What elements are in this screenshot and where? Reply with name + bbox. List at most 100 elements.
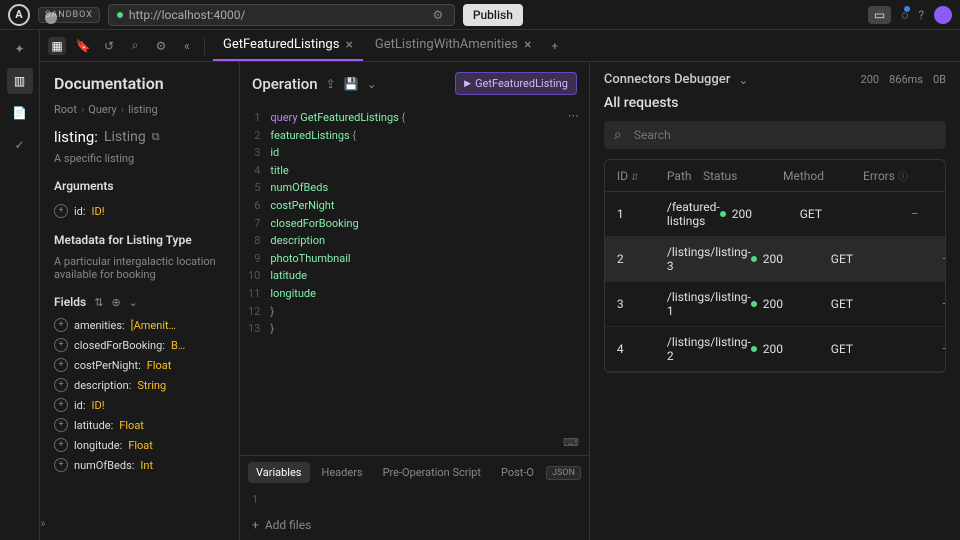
- request-row[interactable]: 4/listings/listing-2200GET–: [605, 327, 945, 372]
- fields-heading: Fields: [54, 295, 86, 309]
- status-dot-icon: [720, 211, 726, 217]
- close-icon[interactable]: ×: [524, 37, 531, 53]
- breadcrumb-item[interactable]: Query: [88, 103, 117, 116]
- share-icon[interactable]: ⇪: [326, 77, 336, 91]
- url-text: http://localhost:4000/: [129, 8, 424, 22]
- bookmark-icon[interactable]: 🔖: [74, 37, 92, 55]
- field-name: costPerNight:: [74, 359, 141, 372]
- vars-tab[interactable]: Variables: [248, 462, 310, 483]
- save-icon[interactable]: 💾: [344, 77, 359, 91]
- add-field-icon[interactable]: +: [54, 398, 68, 412]
- field-row[interactable]: +amenities: [Amenit…: [54, 315, 225, 335]
- field-type: Float: [147, 359, 172, 372]
- col-errors[interactable]: Errorsⓘ: [863, 168, 933, 183]
- keyboard-icon[interactable]: ⌨: [563, 436, 579, 449]
- layout-icon[interactable]: ▭: [868, 6, 891, 24]
- panel-toggle-icon[interactable]: ▦: [48, 37, 66, 55]
- add-field-icon[interactable]: +: [54, 318, 68, 332]
- add-field-icon[interactable]: +: [54, 204, 68, 218]
- variables-editor[interactable]: 1: [240, 489, 589, 510]
- nav-doc-icon[interactable]: 📄: [7, 100, 33, 126]
- editor-tab[interactable]: GetListingWithAmenities×: [365, 31, 542, 61]
- field-row[interactable]: + costPerNight: Float: [54, 355, 225, 375]
- close-icon[interactable]: ×: [345, 37, 352, 53]
- add-files-button[interactable]: +Add files: [240, 510, 589, 540]
- request-row[interactable]: 1/featured-listings200GET–: [605, 192, 945, 237]
- cell-id: 2: [617, 252, 667, 266]
- vars-tab[interactable]: Headers: [314, 462, 371, 483]
- field-row[interactable]: +id: ID!: [54, 201, 225, 221]
- breadcrumb-item[interactable]: Root: [54, 103, 77, 116]
- search-input[interactable]: [604, 121, 946, 149]
- add-field-icon[interactable]: +: [54, 358, 68, 372]
- field-row[interactable]: + latitude: Float: [54, 415, 225, 435]
- field-type: [Amenit…: [131, 319, 176, 332]
- cell-status: 200: [751, 252, 831, 266]
- col-id[interactable]: ID⇵: [617, 169, 667, 183]
- app-logo[interactable]: A: [8, 4, 30, 26]
- sort-icon: ⇵: [631, 173, 639, 183]
- debugger-title[interactable]: Connectors Debugger: [604, 72, 730, 87]
- history-icon[interactable]: ↺: [100, 37, 118, 55]
- add-all-icon[interactable]: ⊕: [111, 296, 120, 309]
- cell-method: GET: [831, 252, 911, 266]
- avatar[interactable]: [934, 6, 952, 24]
- nav-panel-icon[interactable]: ▥: [7, 68, 33, 94]
- chevron-down-icon[interactable]: ⌄: [129, 296, 138, 309]
- col-method[interactable]: Method: [783, 169, 863, 183]
- type-description: A specific listing: [54, 152, 225, 165]
- chevron-down-icon[interactable]: ⌄: [367, 77, 377, 91]
- help-icon[interactable]: ?: [918, 8, 924, 22]
- sort-icon[interactable]: ⇅: [94, 296, 103, 309]
- chevron-down-icon[interactable]: ⌄: [738, 73, 748, 87]
- cell-path: /listings/listing-2: [667, 335, 751, 363]
- editor-tab[interactable]: GetFeaturedListings×: [213, 31, 363, 61]
- expand-handle-icon[interactable]: »: [40, 516, 46, 530]
- documentation-sidebar: Documentation Root›Query›listing listing…: [40, 62, 240, 540]
- url-bar[interactable]: http://localhost:4000/ ⚙: [108, 4, 455, 26]
- cell-path: /featured-listings: [667, 200, 720, 228]
- field-name: id:: [74, 399, 86, 412]
- run-operation-button[interactable]: GetFeaturedListing: [455, 72, 577, 95]
- field-row[interactable]: +closedForBooking: B…: [54, 335, 225, 355]
- copy-icon[interactable]: ⧉: [152, 130, 160, 144]
- add-field-icon[interactable]: +: [54, 378, 68, 392]
- cell-status: 200: [751, 342, 831, 356]
- cell-errors: –: [911, 297, 946, 311]
- notifications-icon[interactable]: ◌: [901, 8, 908, 22]
- status-dot-icon: [751, 256, 757, 262]
- arguments-heading: Arguments: [54, 179, 225, 193]
- breadcrumb-item[interactable]: listing: [128, 103, 158, 116]
- add-tab-button[interactable]: +: [543, 39, 566, 53]
- request-row[interactable]: 3/listings/listing-1200GET–: [605, 282, 945, 327]
- publish-button[interactable]: Publish: [463, 4, 523, 26]
- field-type: B…: [171, 339, 185, 352]
- field-name: latitude:: [74, 419, 113, 432]
- field-row[interactable]: +longitude: Float: [54, 435, 225, 455]
- field-row[interactable]: +id: ID!: [54, 395, 225, 415]
- col-status[interactable]: Status: [703, 169, 783, 183]
- search-icon[interactable]: ⌕: [126, 37, 144, 55]
- more-icon[interactable]: ⋯: [568, 109, 579, 122]
- type-type[interactable]: Listing: [104, 129, 146, 145]
- settings-icon[interactable]: ⚙: [152, 37, 170, 55]
- nav-checks-icon[interactable]: ✓: [7, 132, 33, 158]
- code-editor[interactable]: ⋯ 12345678910111213 query GetFeaturedLis…: [240, 105, 589, 455]
- gear-icon[interactable]: ⚙: [430, 7, 446, 23]
- add-field-icon[interactable]: +: [54, 418, 68, 432]
- vars-tab[interactable]: Post-O: [493, 462, 542, 483]
- vars-tab[interactable]: Pre-Operation Script: [375, 462, 489, 483]
- col-path[interactable]: Path: [667, 169, 703, 183]
- request-row[interactable]: 2/listings/listing-3200GET–: [605, 237, 945, 282]
- field-type: Float: [119, 419, 144, 432]
- collapse-icon[interactable]: «: [178, 37, 196, 55]
- nav-explorer-icon[interactable]: ✦: [7, 36, 33, 62]
- type-name: listing:: [54, 128, 98, 146]
- field-type: Int: [140, 459, 153, 472]
- add-field-icon[interactable]: +: [54, 438, 68, 452]
- status-dot-icon: [751, 301, 757, 307]
- field-row[interactable]: +numOfBeds: Int: [54, 455, 225, 475]
- add-field-icon[interactable]: +: [54, 458, 68, 472]
- field-row[interactable]: +description: String: [54, 375, 225, 395]
- add-field-icon[interactable]: +: [54, 338, 68, 352]
